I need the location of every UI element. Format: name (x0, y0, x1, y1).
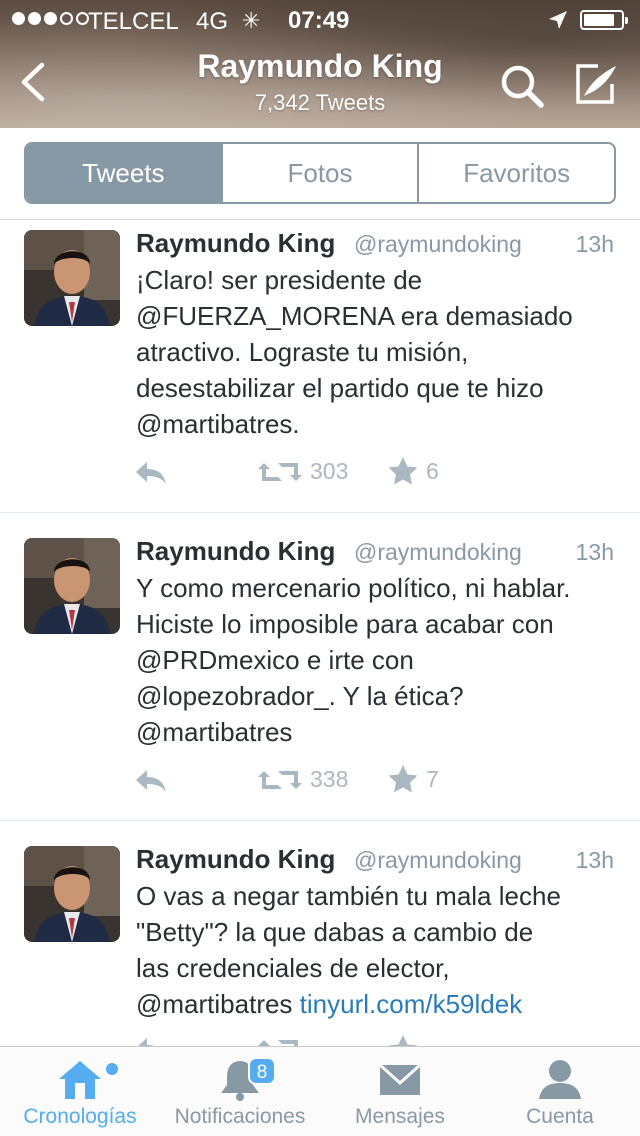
compose-tweet-icon[interactable] (572, 60, 620, 108)
retweet-icon (258, 459, 302, 485)
reply-icon (134, 460, 168, 486)
divider (0, 512, 640, 513)
tweet-author-handle[interactable]: @raymundoking (354, 847, 522, 874)
tweet-text-line: "Betty"? la que dabas a cambio de (136, 917, 534, 947)
tweet-card[interactable]: Raymundo King @raymundoking 13h ¡Claro! … (0, 220, 640, 512)
favorite-count: 7 (426, 765, 439, 792)
tweet-link[interactable]: tinyurl.com/k59ldek (300, 989, 523, 1019)
tweet-author-name[interactable]: Raymundo King (136, 228, 335, 259)
tweet-text-line: Y como mercenario político, ni hablar. (136, 573, 571, 603)
activity-spinner-icon: ✳ (242, 8, 261, 33)
profile-name-title: Raymundo King (197, 48, 443, 84)
tab-label: Mensajes (355, 1105, 445, 1128)
profile-segmented-control: Tweets Fotos Favoritos (24, 142, 616, 204)
tab-tweets[interactable]: Tweets (26, 144, 221, 202)
tweet-count: 7,342 Tweets (254, 90, 386, 115)
avatar[interactable] (24, 846, 120, 942)
tweet-author-name[interactable]: Raymundo King (136, 844, 335, 875)
retweet-count: 338 (310, 766, 349, 792)
tweet-card[interactable]: Raymundo King @raymundoking 13h Y como m… (0, 528, 640, 820)
tweet-author-name[interactable]: Raymundo King (136, 536, 335, 567)
tab-label: Notificaciones (174, 1105, 306, 1128)
mention-text[interactable]: @martibatres (136, 989, 292, 1019)
tweet-text: O vas a negar también tu mala leche "Bet… (136, 878, 616, 1022)
divider (0, 820, 640, 821)
tab-fotos[interactable]: Fotos (220, 144, 418, 202)
signal-strength-icon (12, 12, 89, 25)
segment-bar: Tweets Fotos Favoritos (0, 128, 640, 220)
tweet-text-line: @FUERZA_MORENA era demasiado (136, 301, 573, 331)
carrier-name: TELCEL (88, 8, 179, 35)
retweet-button[interactable]: 303 (258, 458, 348, 485)
status-bar: TELCEL 4G ✳ 07:49 (0, 0, 640, 40)
tweet-text-line: Hiciste lo imposible para acabar con (136, 609, 554, 639)
tweet-text-line: @lopezobrador_. Y la ética? (136, 681, 464, 711)
back-button[interactable] (16, 62, 52, 102)
tab-label: Cronologías (23, 1105, 137, 1128)
tweet-text-line: @PRDmexico e irte con (136, 645, 414, 675)
star-icon (388, 456, 418, 486)
retweet-count: 303 (310, 458, 349, 484)
location-arrow-icon (549, 11, 567, 29)
tweet-author-handle[interactable]: @raymundoking (354, 231, 522, 258)
favorite-button[interactable] (388, 1034, 418, 1046)
avatar[interactable] (24, 538, 120, 634)
tweet-text-line: @martibatres (136, 717, 293, 747)
tweet-text-line: las credenciales de elector, (136, 953, 450, 983)
tweet-text: Y como mercenario político, ni hablar. H… (136, 570, 616, 750)
tab-favoritos[interactable]: Favoritos (417, 144, 614, 202)
retweet-button[interactable] (258, 1036, 302, 1046)
reply-button[interactable] (134, 768, 168, 794)
tweet-text-line: O vas a negar también tu mala leche (136, 881, 561, 911)
tab-cuenta[interactable]: Cuenta (480, 1047, 640, 1136)
retweet-icon (258, 767, 302, 793)
tweet-card[interactable]: Raymundo King @raymundoking 13h O vas a … (0, 836, 640, 1046)
favorite-button[interactable]: 7 (388, 764, 439, 794)
tab-cronologias[interactable]: Cronologías (0, 1047, 160, 1136)
star-icon (388, 1034, 418, 1046)
profile-header: TELCEL 4G ✳ 07:49 Raymundo King 7,342 Tw… (0, 0, 640, 128)
tweet-text-line: desestabilizar el partido que te hizo (136, 373, 544, 403)
new-content-dot (106, 1063, 118, 1075)
avatar[interactable] (24, 230, 120, 326)
tweet-text-line: @martibatres. (136, 409, 300, 439)
notification-badge: 8 (248, 1057, 276, 1085)
tweet-timestamp: 13h (575, 847, 614, 873)
favorite-count: 6 (426, 457, 439, 484)
tab-label: Cuenta (526, 1105, 594, 1128)
favorite-button[interactable]: 6 (388, 456, 439, 486)
home-icon (59, 1061, 101, 1099)
reply-icon (134, 1036, 168, 1046)
retweet-button[interactable]: 338 (258, 766, 348, 793)
reply-button[interactable] (134, 1036, 168, 1046)
tweet-timestamp: 13h (575, 539, 614, 565)
envelope-icon (378, 1063, 422, 1095)
star-icon (388, 764, 418, 794)
reply-icon (134, 768, 168, 794)
reply-button[interactable] (134, 460, 168, 486)
tweet-timestamp: 13h (575, 231, 614, 257)
tweet-text-line: atractivo. Lograste tu misión, (136, 337, 469, 367)
tweet-author-handle[interactable]: @raymundoking (354, 539, 522, 566)
tab-mensajes[interactable]: Mensajes (320, 1047, 480, 1136)
person-icon (539, 1060, 581, 1099)
tweet-text-line: ¡Claro! ser presidente de (136, 265, 423, 295)
tweet-text: ¡Claro! ser presidente de @FUERZA_MORENA… (136, 262, 616, 442)
status-time: 07:49 (288, 7, 350, 34)
retweet-icon (258, 1036, 302, 1046)
bottom-tab-bar: Cronologías 8 Notificaciones Mensajes Cu… (0, 1046, 640, 1136)
network-type: 4G (196, 8, 229, 35)
battery-icon (580, 10, 628, 30)
tweet-text-line: @martibatres tinyurl.com/k59ldek (136, 986, 616, 1022)
search-icon[interactable] (498, 62, 546, 110)
tab-notificaciones[interactable]: 8 Notificaciones (160, 1047, 320, 1136)
